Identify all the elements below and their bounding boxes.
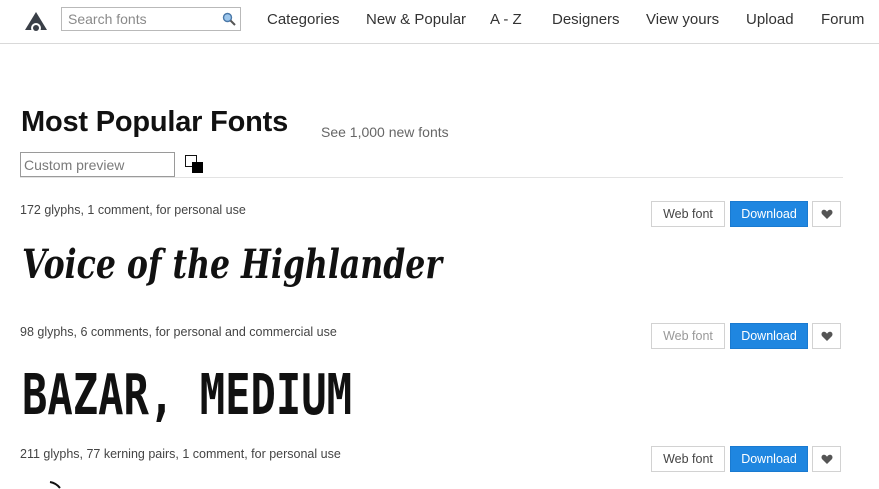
font-sample-preview[interactable]: Voice of the Highlander <box>20 228 460 300</box>
font-sample-text: BAZAR, MEDIUM <box>22 363 352 422</box>
top-navigation: Categories New & Popular A - Z Designers… <box>0 0 879 44</box>
download-button[interactable]: Download <box>730 201 808 227</box>
nav-a-z[interactable]: A - Z <box>490 11 522 28</box>
font-meta: 98 glyphs, 6 comments, for personal and … <box>20 325 337 339</box>
font-sample-preview-clipped[interactable] <box>20 480 80 489</box>
search-box <box>61 7 241 31</box>
header-divider <box>20 177 843 178</box>
color-swap-icon[interactable] <box>185 155 204 174</box>
nav-upload[interactable]: Upload <box>746 11 794 28</box>
favorite-button[interactable] <box>812 323 841 349</box>
custom-preview-input[interactable] <box>21 153 174 176</box>
nav-view-yours[interactable]: View yours <box>646 11 719 28</box>
font-meta: 172 glyphs, 1 comment, for personal use <box>20 203 246 217</box>
site-logo-icon[interactable] <box>21 8 51 34</box>
font-sample-text: Voice of the Highlander <box>22 241 444 288</box>
heart-icon <box>821 209 833 219</box>
font-sample-preview[interactable]: BAZAR, MEDIUM <box>20 358 360 422</box>
web-font-button[interactable]: Web font <box>651 201 725 227</box>
search-input[interactable] <box>62 8 218 30</box>
magnifier-icon[interactable] <box>222 12 236 26</box>
heart-icon <box>821 331 833 341</box>
heart-icon <box>821 454 833 464</box>
nav-designers[interactable]: Designers <box>552 11 620 28</box>
web-font-button[interactable]: Web font <box>651 323 725 349</box>
nav-forum[interactable]: Forum <box>821 11 864 28</box>
download-button[interactable]: Download <box>730 323 808 349</box>
see-new-fonts-link[interactable]: See 1,000 new fonts <box>321 124 449 140</box>
font-meta: 211 glyphs, 77 kerning pairs, 1 comment,… <box>20 447 341 461</box>
favorite-button[interactable] <box>812 201 841 227</box>
nav-categories[interactable]: Categories <box>267 11 340 28</box>
custom-preview-box <box>20 152 175 177</box>
favorite-button[interactable] <box>812 446 841 472</box>
nav-new-popular[interactable]: New & Popular <box>366 11 466 28</box>
download-button[interactable]: Download <box>730 446 808 472</box>
web-font-button[interactable]: Web font <box>651 446 725 472</box>
page-title: Most Popular Fonts <box>21 106 289 138</box>
